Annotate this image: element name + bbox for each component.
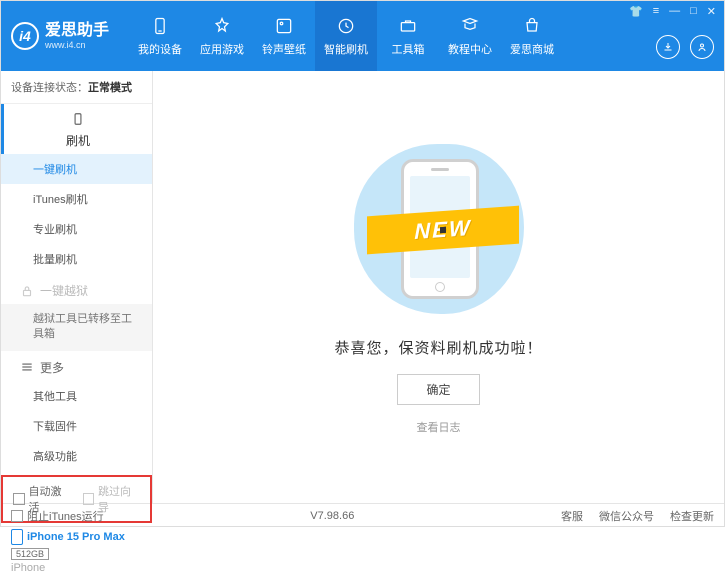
toolbox-icon xyxy=(397,15,419,37)
sidebar-item-onekey[interactable]: 一键刷机 xyxy=(1,154,152,184)
nav-toolbox[interactable]: 工具箱 xyxy=(377,1,439,71)
user-button[interactable] xyxy=(690,35,714,59)
footer-update[interactable]: 检查更新 xyxy=(670,508,714,524)
store-icon xyxy=(521,15,543,37)
nav-my-device[interactable]: 我的设备 xyxy=(129,1,191,71)
section-label: 刷机 xyxy=(66,132,90,149)
tutorial-icon xyxy=(459,15,481,37)
main-content: NEW 恭喜您，保资料刷机成功啦！ 确定 查看日志 xyxy=(153,71,724,503)
nav-label: 爱思商城 xyxy=(510,41,554,57)
nav-label: 铃声壁纸 xyxy=(262,41,306,57)
block-itunes-checkbox[interactable]: 阻止iTunes运行 xyxy=(11,508,104,524)
more-icon xyxy=(20,360,34,374)
section-flash[interactable]: 刷机 xyxy=(1,104,152,154)
apps-icon xyxy=(211,15,233,37)
nav-label: 应用游戏 xyxy=(200,41,244,57)
sidebar-item-pro[interactable]: 专业刷机 xyxy=(1,214,152,244)
sidebar-item-other[interactable]: 其他工具 xyxy=(1,381,152,411)
nav-label: 我的设备 xyxy=(138,41,182,57)
phone-icon xyxy=(71,112,85,126)
storage-badge: 512GB xyxy=(11,548,49,560)
footer-service[interactable]: 客服 xyxy=(561,508,583,524)
app-header: i4 爱思助手 www.i4.cn 我的设备 应用游戏 铃声壁纸 智能刷机 工具… xyxy=(1,1,724,71)
sidebar: 设备连接状态：正常模式 刷机 一键刷机 iTunes刷机 专业刷机 批量刷机 一… xyxy=(1,71,153,503)
section-more[interactable]: 更多 xyxy=(1,351,152,381)
sidebar-item-download[interactable]: 下载固件 xyxy=(1,411,152,441)
close-icon[interactable]: ✕ xyxy=(707,5,716,18)
success-illustration: NEW xyxy=(349,139,529,319)
wallpaper-icon xyxy=(273,15,295,37)
sidebar-item-batch[interactable]: 批量刷机 xyxy=(1,244,152,274)
app-subtitle: www.i4.cn xyxy=(45,40,109,51)
maximize-icon[interactable]: □ xyxy=(690,5,697,18)
section-label: 一键越狱 xyxy=(40,282,88,299)
jailbreak-note: 越狱工具已转移至工具箱 xyxy=(1,304,152,351)
lock-icon xyxy=(20,284,34,298)
device-name[interactable]: iPhone 15 Pro Max xyxy=(11,529,142,545)
nav-apps[interactable]: 应用游戏 xyxy=(191,1,253,71)
section-label: 更多 xyxy=(40,359,64,376)
device-type: iPhone xyxy=(11,562,142,574)
nav-flash[interactable]: 智能刷机 xyxy=(315,1,377,71)
section-jailbreak: 一键越狱 xyxy=(1,274,152,304)
minimize-icon[interactable]: — xyxy=(669,5,680,18)
nav-tutorial[interactable]: 教程中心 xyxy=(439,1,501,71)
nav-label: 智能刷机 xyxy=(324,41,368,57)
logo-icon: i4 xyxy=(11,22,39,50)
device-info: iPhone 15 Pro Max 512GB iPhone xyxy=(1,523,152,580)
connection-status: 设备连接状态：正常模式 xyxy=(1,71,152,104)
sidebar-item-advanced[interactable]: 高级功能 xyxy=(1,441,152,471)
window-controls: 👕 ≡ — □ ✕ xyxy=(629,5,716,18)
device-icon xyxy=(149,15,171,37)
ok-button[interactable]: 确定 xyxy=(397,374,479,405)
nav-label: 工具箱 xyxy=(392,41,425,57)
nav-label: 教程中心 xyxy=(448,41,492,57)
download-button[interactable] xyxy=(656,35,680,59)
version-label: V7.98.66 xyxy=(310,510,354,522)
success-message: 恭喜您，保资料刷机成功啦！ xyxy=(334,337,542,358)
nav-store[interactable]: 爱思商城 xyxy=(501,1,563,71)
view-log-link[interactable]: 查看日志 xyxy=(417,419,461,435)
footer-wechat[interactable]: 微信公众号 xyxy=(599,508,654,524)
app-title: 爱思助手 xyxy=(45,21,109,40)
logo: i4 爱思助手 www.i4.cn xyxy=(11,21,109,51)
flash-icon xyxy=(335,15,357,37)
menu-icon[interactable]: ≡ xyxy=(653,5,659,18)
top-nav: 我的设备 应用游戏 铃声壁纸 智能刷机 工具箱 教程中心 爱思商城 xyxy=(129,1,563,71)
skin-icon[interactable]: 👕 xyxy=(629,5,643,18)
nav-ringtone[interactable]: 铃声壁纸 xyxy=(253,1,315,71)
sidebar-item-itunes[interactable]: iTunes刷机 xyxy=(1,184,152,214)
